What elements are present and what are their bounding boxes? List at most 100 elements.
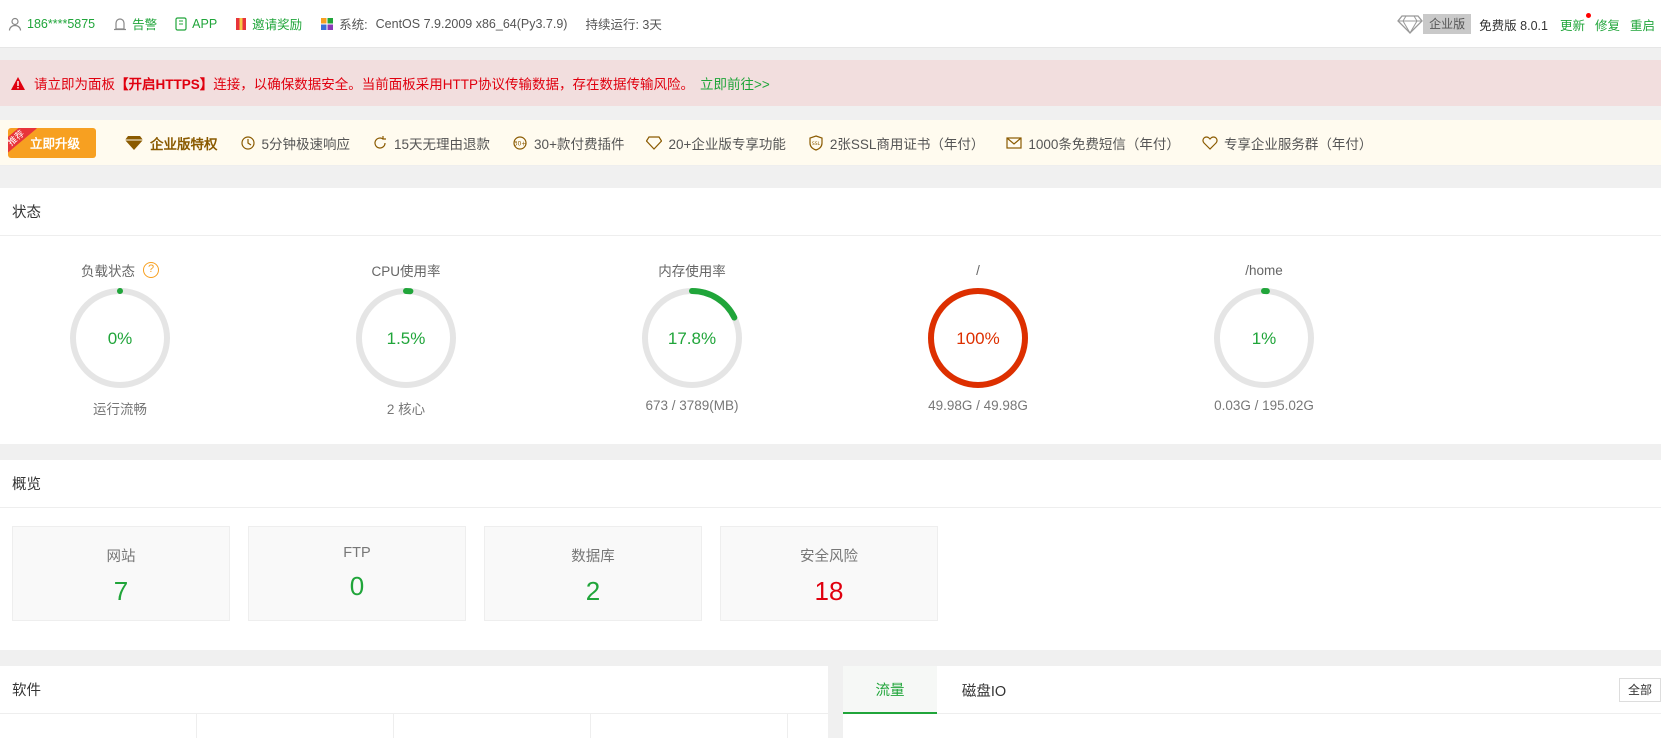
overview-label: 数据库 bbox=[571, 549, 615, 565]
overview-label: 网站 bbox=[106, 549, 136, 565]
feature-fast-response[interactable]: 5分钟极速响应 bbox=[240, 133, 351, 153]
feature-label: 30+款付费插件 bbox=[534, 136, 625, 152]
heart-handshake-icon bbox=[1202, 136, 1218, 150]
traffic-tabs: 流量 磁盘IO 全部 bbox=[843, 666, 1661, 714]
overview-value: 18 bbox=[814, 576, 844, 606]
gauge-ring: 100% bbox=[928, 288, 1028, 388]
gauge-title: / bbox=[976, 262, 980, 278]
system-icon bbox=[321, 17, 334, 30]
repair-link[interactable]: 修复 bbox=[1595, 15, 1620, 34]
feature-plugins[interactable]: 30+ 30+款付费插件 bbox=[512, 133, 624, 153]
system-value: CentOS 7.9.2009 x86_64(Py3.7.9) bbox=[375, 16, 568, 31]
update-label: 更新 bbox=[1559, 18, 1585, 33]
feature-label: 20+企业版专享功能 bbox=[668, 136, 786, 152]
gauge-memory[interactable]: 内存使用率 17.8% 673 / 3789(MB) bbox=[602, 236, 782, 413]
warning-text-pre: 请立即为面板 bbox=[34, 77, 115, 92]
warning-icon bbox=[11, 76, 25, 90]
overview-value: 7 bbox=[113, 576, 129, 606]
invite-label: 邀请奖励 bbox=[252, 18, 303, 32]
system-info: 系统: CentOS 7.9.2009 x86_64(Py3.7.9) bbox=[320, 14, 567, 33]
app-link[interactable]: APP bbox=[175, 17, 217, 31]
diamond-outline-icon bbox=[646, 135, 663, 150]
software-grid bbox=[0, 714, 828, 738]
all-select-button[interactable]: 全部 bbox=[1618, 678, 1661, 702]
version-text: 免费版 8.0.1 bbox=[1479, 18, 1548, 33]
svg-text:SSL: SSL bbox=[812, 141, 821, 147]
gauge-disk-home[interactable]: /home 1% 0.03G / 195.02G bbox=[1174, 236, 1354, 413]
gauge-value: 1.5% bbox=[387, 329, 426, 348]
gauge-cpu[interactable]: CPU使用率 1.5% 2 核心 bbox=[316, 236, 496, 418]
feature-label: 专享企业服务群（年付） bbox=[1223, 136, 1373, 152]
warning-text-post: 连接，以确保数据安全。当前面板采用HTTP协议传输数据，存在数据传输风险。 bbox=[213, 77, 695, 92]
user-account[interactable]: 186****5875 bbox=[8, 17, 95, 31]
traffic-panel: 流量 磁盘IO 全部 bbox=[843, 666, 1661, 738]
app-label: APP bbox=[192, 16, 218, 31]
restart-link[interactable]: 重启 bbox=[1630, 15, 1655, 34]
overview-label: FTP bbox=[343, 545, 371, 561]
gauge-value: 0% bbox=[108, 329, 133, 348]
overview-panel: 概览 网站 7 FTP 0 数据库 2 安全风险 18 bbox=[0, 460, 1661, 650]
feature-label: 5分钟极速响应 bbox=[261, 136, 351, 152]
gauge-title: 内存使用率 bbox=[658, 264, 726, 279]
user-phone: 186****5875 bbox=[27, 16, 96, 31]
feature-label: 2张SSL商用证书（年付） bbox=[829, 136, 985, 152]
mail-icon bbox=[1006, 136, 1022, 149]
gauge-load[interactable]: 负载状态? 0% 运行流畅 bbox=[30, 236, 210, 418]
plugin-icon: 30+ bbox=[513, 135, 527, 150]
refund-icon bbox=[374, 135, 387, 149]
overview-value: 0 bbox=[349, 571, 365, 601]
gauge-sub: 2 核心 bbox=[386, 402, 426, 417]
https-warning: 请立即为面板 【开启HTTPS】 连接，以确保数据安全。当前面板采用HTTP协议传输… bbox=[0, 60, 1661, 106]
feature-sms[interactable]: 1000条免费短信（年付） bbox=[1006, 133, 1180, 153]
gauge-ring: 0% bbox=[70, 288, 170, 388]
status-panel: 状态 负载状态? 0% 运行流畅 CPU使用率 1.5% 2 核心 内存使用率 … bbox=[0, 188, 1661, 444]
enterprise-label: 企业版 bbox=[1423, 14, 1472, 34]
enterprise-title-label: 企业版特权 bbox=[150, 136, 218, 152]
overview-card-ftp[interactable]: FTP 0 bbox=[248, 526, 466, 621]
gift-icon bbox=[236, 17, 247, 30]
status-title: 状态 bbox=[0, 188, 1661, 236]
tab-disk-io[interactable]: 磁盘IO bbox=[937, 666, 1031, 714]
gauge-title: 负载状态 bbox=[81, 264, 135, 279]
feature-exclusive[interactable]: 20+企业版专享功能 bbox=[646, 133, 786, 153]
gauge-title: CPU使用率 bbox=[371, 264, 441, 279]
overview-card-security-risk[interactable]: 安全风险 18 bbox=[720, 526, 938, 621]
system-label: 系统: bbox=[339, 18, 368, 32]
diamond-icon bbox=[125, 135, 143, 150]
upgrade-button[interactable]: 推荐 立即升级 bbox=[8, 127, 96, 158]
gauge-disk-root[interactable]: / 100% 49.98G / 49.98G bbox=[888, 236, 1068, 413]
overview-value: 2 bbox=[585, 576, 601, 606]
feature-refund[interactable]: 15天无理由退款 bbox=[372, 133, 490, 153]
overview-label: 安全风险 bbox=[800, 549, 858, 565]
app-icon bbox=[175, 16, 187, 31]
help-icon[interactable]: ? bbox=[143, 262, 159, 278]
update-dot bbox=[1585, 12, 1591, 18]
alarm-label: 告警 bbox=[132, 18, 158, 32]
feature-label: 1000条免费短信（年付） bbox=[1028, 136, 1180, 152]
software-panel: 软件 bbox=[0, 666, 828, 738]
diamond-icon bbox=[1397, 15, 1424, 34]
gauge-ring: 1% bbox=[1214, 288, 1314, 388]
gauge-value: 1% bbox=[1252, 329, 1277, 348]
feature-ssl[interactable]: SSL 2张SSL商用证书（年付） bbox=[808, 133, 985, 153]
overview-card-websites[interactable]: 网站 7 bbox=[12, 526, 230, 621]
update-link[interactable]: 更新 bbox=[1559, 12, 1591, 34]
overview-card-database[interactable]: 数据库 2 bbox=[484, 526, 702, 621]
enterprise-privileges-title: 企业版特权 bbox=[124, 133, 218, 153]
overview-title: 概览 bbox=[0, 460, 1661, 508]
gauge-ring: 17.8% bbox=[642, 288, 742, 388]
go-https-link[interactable]: 立即前往>> bbox=[700, 73, 770, 93]
software-title: 软件 bbox=[0, 666, 828, 714]
uptime: 持续运行: 3天 bbox=[585, 18, 662, 32]
gauge-sub: 673 / 3789(MB) bbox=[645, 398, 739, 413]
tab-traffic[interactable]: 流量 bbox=[843, 666, 937, 714]
upgrade-label: 立即升级 bbox=[29, 137, 80, 151]
gauge-sub: 运行流畅 bbox=[93, 402, 147, 417]
svg-text:30+: 30+ bbox=[514, 140, 527, 147]
gauge-value: 100% bbox=[956, 329, 999, 348]
top-bar: 186****5875 告警 APP 邀请奖励 系统: CentOS 7.9.2… bbox=[0, 0, 1661, 48]
feature-service-group[interactable]: 专享企业服务群（年付） bbox=[1202, 133, 1373, 153]
enterprise-badge[interactable]: 企业版 bbox=[1397, 14, 1472, 34]
invite-link[interactable]: 邀请奖励 bbox=[235, 14, 302, 33]
alarm-link[interactable]: 告警 bbox=[113, 14, 157, 33]
